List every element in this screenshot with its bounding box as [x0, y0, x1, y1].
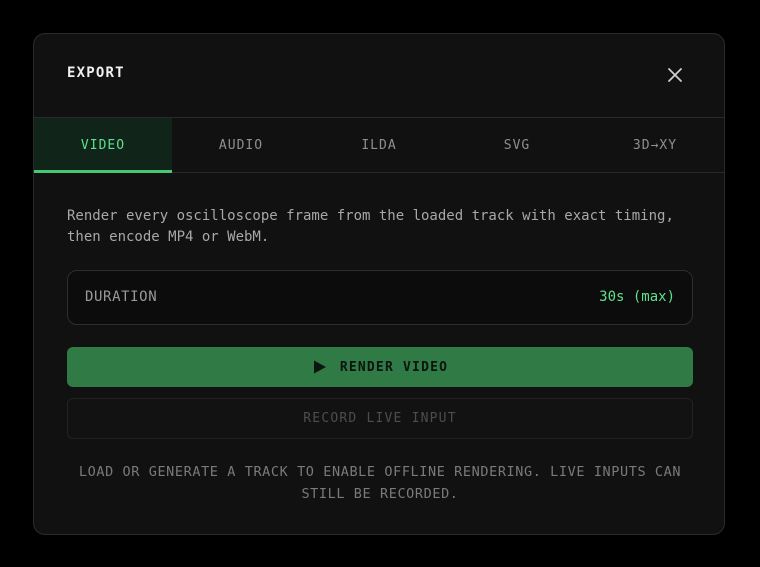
play-icon — [313, 360, 326, 374]
dialog-title: EXPORT — [67, 65, 125, 81]
duration-field: DURATION 30s (max) — [67, 270, 693, 325]
tab-svg[interactable]: SVG — [448, 118, 586, 172]
duration-label: DURATION — [85, 289, 158, 305]
tab-video[interactable]: VIDEO — [34, 118, 172, 173]
dialog-header: EXPORT — [34, 34, 724, 118]
record-live-input-button[interactable]: RECORD LIVE INPUT — [67, 398, 693, 439]
record-live-input-label: RECORD LIVE INPUT — [303, 411, 457, 426]
tab-ilda[interactable]: ILDA — [310, 118, 448, 172]
tab-3d-xy[interactable]: 3D→XY — [586, 118, 724, 172]
close-icon — [668, 68, 682, 82]
tab-audio[interactable]: AUDIO — [172, 118, 310, 172]
video-export-description: Render every oscilloscope frame from the… — [67, 208, 674, 245]
export-tabs: VIDEO AUDIO ILDA SVG 3D→XY — [34, 118, 724, 173]
rendering-hint: LOAD OR GENERATE A TRACK TO ENABLE OFFLI… — [78, 464, 682, 502]
render-video-button[interactable]: RENDER VIDEO — [67, 347, 693, 387]
close-button[interactable] — [662, 62, 688, 88]
render-video-label: RENDER VIDEO — [339, 359, 449, 375]
duration-value: 30s (max) — [599, 289, 675, 305]
export-dialog: EXPORT VIDEO AUDIO ILDA SVG 3D→XY Render… — [33, 33, 725, 535]
